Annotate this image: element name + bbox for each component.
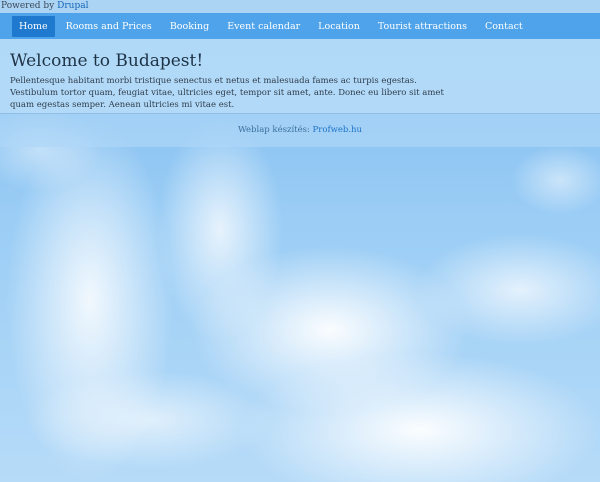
main-navigation: Home Rooms and Prices Booking Event cale… [0, 13, 600, 39]
nav-item-event-calendar[interactable]: Event calendar [220, 16, 307, 37]
powered-by-bar: Powered by Drupal [0, 0, 600, 13]
profweb-link[interactable]: Profweb.hu [313, 125, 362, 135]
intro-paragraph: Pellentesque habitant morbi tristique se… [10, 76, 444, 110]
drupal-link[interactable]: Drupal [57, 1, 88, 11]
footer-credit-text: Weblap készítés: [237, 125, 310, 135]
nav-item-home[interactable]: Home [12, 15, 55, 37]
nav-item-booking[interactable]: Booking [163, 16, 216, 37]
nav-item-rooms-and-prices[interactable]: Rooms and Prices [59, 16, 159, 37]
powered-by-text: Powered by [1, 1, 55, 11]
main-content: Welcome to Budapest! Pellentesque habita… [0, 39, 600, 114]
footer: Weblap készítés: Profweb.hu [0, 114, 600, 147]
page: Powered by Drupal Home Rooms and Prices … [0, 0, 600, 147]
page-title: Welcome to Budapest! [10, 51, 204, 71]
nav-item-contact[interactable]: Contact [478, 16, 530, 37]
nav-item-location[interactable]: Location [311, 16, 367, 37]
nav-item-tourist-attractions[interactable]: Tourist attractions [371, 16, 474, 37]
